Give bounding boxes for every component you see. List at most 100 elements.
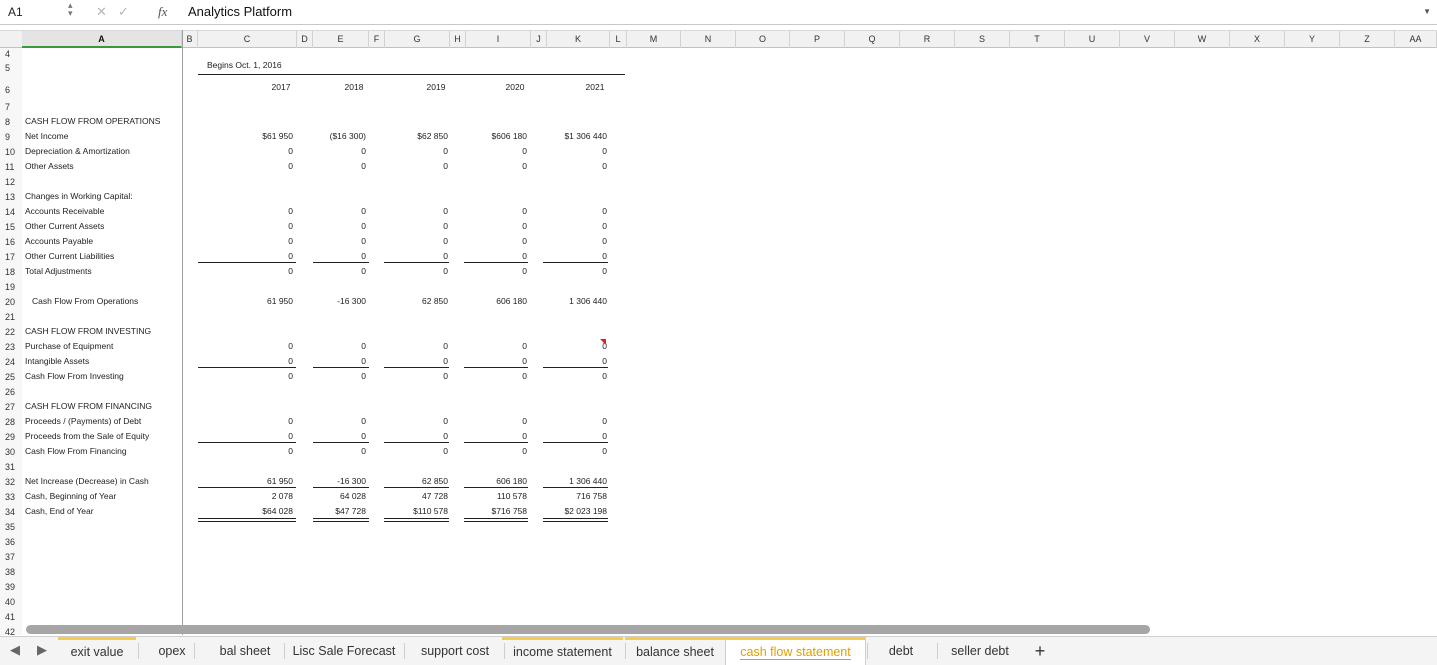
- cell-value-net_income[interactable]: $1 306 440: [527, 131, 607, 141]
- column-header-n[interactable]: N: [681, 31, 736, 48]
- column-header-p[interactable]: P: [790, 31, 845, 48]
- cell-value-equip[interactable]: 0: [368, 341, 448, 351]
- cell-value-oca[interactable]: 0: [286, 221, 366, 231]
- tab-balance-sheet[interactable]: balance sheet: [625, 637, 725, 665]
- cell-value-cash_end[interactable]: $110 578: [368, 506, 448, 516]
- cell-value-other_assets[interactable]: 0: [527, 161, 607, 171]
- column-header-d[interactable]: D: [297, 31, 313, 48]
- row-header-32[interactable]: 32: [0, 475, 22, 490]
- cell-value-cff[interactable]: 0: [213, 446, 293, 456]
- column-header-f[interactable]: F: [369, 31, 385, 48]
- prev-sheet-icon[interactable]: ◀: [10, 642, 20, 658]
- cell-value-net_inc[interactable]: 62 850: [368, 476, 448, 486]
- row-header-36[interactable]: 36: [0, 535, 22, 550]
- column-header-j[interactable]: J: [531, 31, 547, 48]
- column-header-a[interactable]: A: [22, 31, 182, 48]
- column-header-u[interactable]: U: [1065, 31, 1120, 48]
- cell-value-cash_end[interactable]: $2 023 198: [527, 506, 607, 516]
- tab-lisc-sale-forecast[interactable]: Lisc Sale Forecast: [286, 637, 402, 665]
- cell-value-cash_begin[interactable]: 110 578: [447, 491, 527, 501]
- cell-value-net_inc[interactable]: 606 180: [447, 476, 527, 486]
- cell-value-cfo[interactable]: -16 300: [286, 296, 366, 306]
- row-header-34[interactable]: 34: [0, 505, 22, 520]
- row-header-15[interactable]: 15: [0, 220, 22, 235]
- cancel-icon[interactable]: ✕: [96, 4, 107, 20]
- cell-value-cfo[interactable]: 62 850: [368, 296, 448, 306]
- cell-value-debt[interactable]: 0: [213, 416, 293, 426]
- cell-value-ocl[interactable]: 0: [286, 251, 366, 261]
- column-header-m[interactable]: M: [627, 31, 681, 48]
- confirm-icon[interactable]: ✓: [118, 4, 129, 20]
- cell-value-cfo[interactable]: 606 180: [447, 296, 527, 306]
- column-header-w[interactable]: W: [1175, 31, 1230, 48]
- row-header-5[interactable]: 5: [0, 61, 22, 76]
- row-header-17[interactable]: 17: [0, 250, 22, 265]
- cell-value-equity[interactable]: 0: [447, 431, 527, 441]
- cell-value-equity[interactable]: 0: [286, 431, 366, 441]
- cell-value-dep[interactable]: 0: [213, 146, 293, 156]
- row-header-24[interactable]: 24: [0, 355, 22, 370]
- tab-bal-sheet[interactable]: bal sheet: [208, 637, 282, 665]
- cell-value-cfi[interactable]: 0: [368, 371, 448, 381]
- cell-value-cash_begin[interactable]: 47 728: [368, 491, 448, 501]
- cell-value-ap[interactable]: 0: [447, 236, 527, 246]
- cell-value-intang[interactable]: 0: [527, 356, 607, 366]
- cell-value-cff[interactable]: 0: [527, 446, 607, 456]
- cell-value-dep[interactable]: 0: [286, 146, 366, 156]
- row-header-11[interactable]: 11: [0, 160, 22, 175]
- column-header-b[interactable]: B: [182, 31, 198, 48]
- row-header-39[interactable]: 39: [0, 580, 22, 595]
- cell-value-ocl[interactable]: 0: [213, 251, 293, 261]
- cell-value-oca[interactable]: 0: [213, 221, 293, 231]
- row-header-25[interactable]: 25: [0, 370, 22, 385]
- cell-value-debt[interactable]: 0: [368, 416, 448, 426]
- column-header-g[interactable]: G: [385, 31, 450, 48]
- cell-value-dep[interactable]: 0: [368, 146, 448, 156]
- row-header-18[interactable]: 18: [0, 265, 22, 280]
- row-header-21[interactable]: 21: [0, 310, 22, 325]
- row-header-31[interactable]: 31: [0, 460, 22, 475]
- cell-value-equip[interactable]: 0: [527, 341, 607, 351]
- column-header-c[interactable]: C: [198, 31, 297, 48]
- cell-value-ocl[interactable]: 0: [368, 251, 448, 261]
- column-header-z[interactable]: Z: [1340, 31, 1395, 48]
- cell-value-cash_end[interactable]: $716 758: [447, 506, 527, 516]
- column-header-q[interactable]: Q: [845, 31, 900, 48]
- cell-value-cfo[interactable]: 1 306 440: [527, 296, 607, 306]
- cell-value-debt[interactable]: 0: [527, 416, 607, 426]
- cell-value-net_inc[interactable]: 61 950: [213, 476, 293, 486]
- fx-icon[interactable]: fx: [158, 4, 167, 20]
- cell-value-debt[interactable]: 0: [286, 416, 366, 426]
- cell-value-ar[interactable]: 0: [368, 206, 448, 216]
- tab-exit-value[interactable]: exit value: [58, 637, 136, 665]
- column-header-s[interactable]: S: [955, 31, 1010, 48]
- row-header-16[interactable]: 16: [0, 235, 22, 250]
- row-header-13[interactable]: 13: [0, 190, 22, 205]
- cell-value-cash_end[interactable]: $64 028: [213, 506, 293, 516]
- cell-value-net_inc[interactable]: 1 306 440: [527, 476, 607, 486]
- cell-value-cff[interactable]: 0: [447, 446, 527, 456]
- cell-value-cfi[interactable]: 0: [286, 371, 366, 381]
- cell-value-cash_end[interactable]: $47 728: [286, 506, 366, 516]
- cell-value-total_adj[interactable]: 0: [286, 266, 366, 276]
- cell-value-net_income[interactable]: $606 180: [447, 131, 527, 141]
- tab-seller-debt[interactable]: seller debt: [937, 637, 1023, 665]
- cell-value-net_income[interactable]: $62 850: [368, 131, 448, 141]
- row-header-12[interactable]: 12: [0, 175, 22, 190]
- row-header-4[interactable]: 4: [0, 47, 22, 62]
- next-sheet-icon[interactable]: ▶: [37, 642, 47, 658]
- cell-value-other_assets[interactable]: 0: [368, 161, 448, 171]
- cell-value-equip[interactable]: 0: [447, 341, 527, 351]
- cell-value-cfo[interactable]: 61 950: [213, 296, 293, 306]
- row-header-23[interactable]: 23: [0, 340, 22, 355]
- row-header-6[interactable]: 6: [0, 83, 22, 98]
- column-header-k[interactable]: K: [547, 31, 610, 48]
- add-sheet-button[interactable]: +: [1028, 637, 1052, 665]
- cell-value-net_income[interactable]: ($16 300): [286, 131, 366, 141]
- cell-value-other_assets[interactable]: 0: [447, 161, 527, 171]
- row-header-8[interactable]: 8: [0, 115, 22, 130]
- row-header-7[interactable]: 7: [0, 100, 22, 115]
- cell-value-cash_begin[interactable]: 2 078: [213, 491, 293, 501]
- cell-value-dep[interactable]: 0: [527, 146, 607, 156]
- tab-income-statement[interactable]: income statement: [502, 637, 623, 665]
